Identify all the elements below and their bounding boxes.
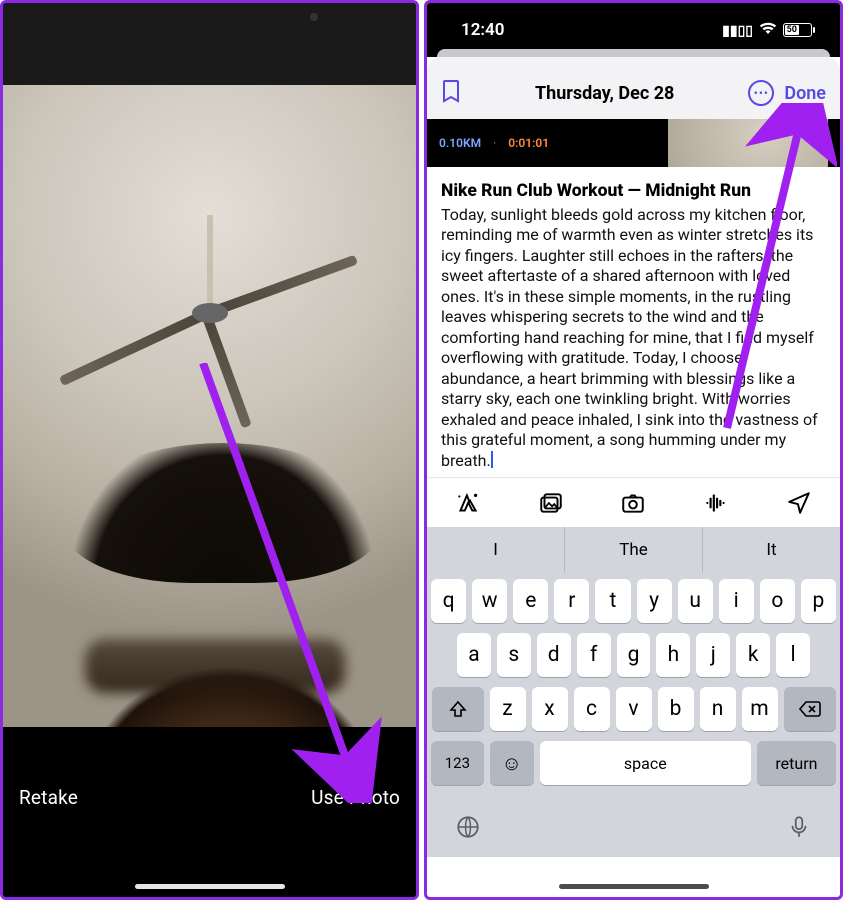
- key-w[interactable]: w: [472, 579, 507, 623]
- number-mode-key[interactable]: 123: [431, 741, 484, 785]
- shift-key[interactable]: [432, 687, 484, 731]
- entry-date-title: Thursday, Dec 28: [461, 83, 748, 104]
- location-icon[interactable]: [786, 490, 812, 516]
- key-i[interactable]: i: [719, 579, 754, 623]
- retake-button[interactable]: Retake: [19, 786, 78, 809]
- entry-body-text[interactable]: Today, sunlight bleeds gold across my ki…: [427, 205, 840, 477]
- ceiling-fan-graphic: [80, 215, 340, 415]
- on-screen-keyboard: qwertyuiop asdfghjkl zxcvbnm 123 ☺ space…: [427, 573, 840, 801]
- key-c[interactable]: c: [574, 687, 610, 731]
- photo-library-icon[interactable]: [538, 490, 564, 516]
- formatting-toolbar: [427, 477, 840, 527]
- photo-confirm-screen: Retake Use Photo: [0, 0, 419, 900]
- space-key[interactable]: space: [540, 741, 751, 785]
- camera-preview: Retake Use Photo: [3, 3, 416, 897]
- home-indicator[interactable]: [135, 884, 285, 889]
- key-v[interactable]: v: [616, 687, 652, 731]
- suggestions-icon[interactable]: [455, 490, 481, 516]
- journal-editor-screen: 12:40 ▮▮▯▯ 50 Thursday, Dec 28 •••: [424, 0, 843, 900]
- dictation-mic-icon[interactable]: [786, 814, 812, 845]
- suggestion-2[interactable]: The: [564, 527, 702, 573]
- status-time: 12:40: [461, 20, 504, 40]
- audio-record-icon[interactable]: [703, 490, 729, 516]
- battery-icon: 50: [783, 23, 812, 37]
- key-m[interactable]: m: [742, 687, 778, 731]
- camera-action-bar: Retake Use Photo: [3, 727, 416, 897]
- key-z[interactable]: z: [490, 687, 526, 731]
- key-g[interactable]: g: [617, 633, 651, 677]
- camera-icon[interactable]: [620, 490, 646, 516]
- key-e[interactable]: e: [513, 579, 548, 623]
- home-indicator[interactable]: [559, 884, 709, 889]
- entry-content: 0.10KM · 0:01:01 Nike Run Club Workout —…: [427, 119, 840, 477]
- key-h[interactable]: h: [656, 633, 690, 677]
- key-l[interactable]: l: [776, 633, 810, 677]
- use-photo-button[interactable]: Use Photo: [311, 786, 400, 809]
- globe-icon[interactable]: [455, 814, 481, 845]
- key-y[interactable]: y: [637, 579, 672, 623]
- key-x[interactable]: x: [532, 687, 568, 731]
- key-u[interactable]: u: [678, 579, 713, 623]
- bookmark-button[interactable]: [441, 79, 461, 107]
- key-t[interactable]: t: [595, 579, 630, 623]
- cellular-icon: ▮▮▯▯: [722, 22, 753, 39]
- wifi-icon: [759, 22, 777, 38]
- key-k[interactable]: k: [736, 633, 770, 677]
- key-q[interactable]: q: [431, 579, 466, 623]
- face-blur-overlay: [85, 639, 345, 693]
- entry-title[interactable]: Nike Run Club Workout — Midnight Run: [427, 175, 840, 205]
- more-options-button[interactable]: •••: [748, 80, 774, 106]
- workout-distance: 0.10KM: [439, 136, 481, 150]
- return-key[interactable]: return: [757, 741, 836, 785]
- key-o[interactable]: o: [760, 579, 795, 623]
- key-f[interactable]: f: [577, 633, 611, 677]
- emoji-key[interactable]: ☺: [490, 741, 534, 785]
- workout-sep: ·: [493, 136, 496, 150]
- key-p[interactable]: p: [801, 579, 836, 623]
- backspace-key[interactable]: [784, 687, 836, 731]
- quicktype-suggestions: I The It: [427, 527, 840, 573]
- suggestion-3[interactable]: It: [702, 527, 840, 573]
- attached-photo-thumb[interactable]: [668, 119, 828, 167]
- editor-nav-bar: Thursday, Dec 28 ••• Done: [427, 67, 840, 119]
- captured-photo: [3, 85, 416, 733]
- text-cursor: [491, 451, 493, 468]
- key-j[interactable]: j: [696, 633, 730, 677]
- suggestion-1[interactable]: I: [427, 527, 564, 573]
- key-b[interactable]: b: [658, 687, 694, 731]
- workout-time: 0:01:01: [508, 136, 549, 150]
- key-n[interactable]: n: [700, 687, 736, 731]
- key-r[interactable]: r: [554, 579, 589, 623]
- key-d[interactable]: d: [537, 633, 571, 677]
- key-s[interactable]: s: [497, 633, 531, 677]
- notch-dot: [310, 13, 318, 21]
- keyboard-footer: [427, 801, 840, 857]
- done-button[interactable]: Done: [784, 83, 826, 104]
- workout-summary-strip[interactable]: 0.10KM · 0:01:01: [427, 119, 840, 167]
- key-a[interactable]: a: [457, 633, 491, 677]
- editor-sheet: Thursday, Dec 28 ••• Done 0.10KM · 0:01:…: [427, 57, 840, 527]
